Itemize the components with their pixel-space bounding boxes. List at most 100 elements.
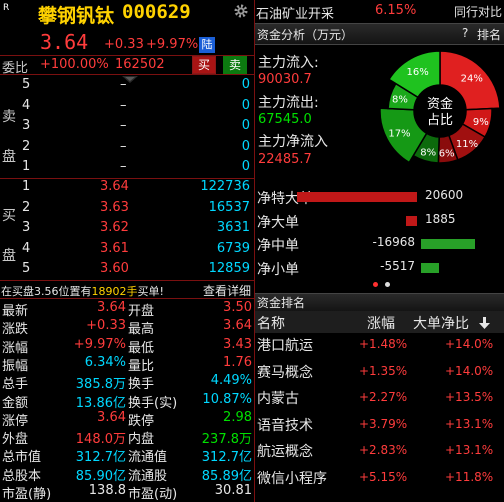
stat-label: 市盈(动) <box>128 487 178 502</box>
order-level: 2 <box>22 138 31 154</box>
help-icon[interactable]: ? <box>462 26 468 40</box>
rank-row-net: +13.1% <box>445 416 494 431</box>
stat-label: 涨跌 <box>2 322 29 338</box>
rank-row-name[interactable]: 港口航运 <box>257 335 313 355</box>
stat-label: 金额 <box>2 395 29 411</box>
stat-value: 3.64 <box>97 300 126 315</box>
rank-row-net: +13.1% <box>445 443 494 457</box>
order-volume: 0 <box>241 138 250 154</box>
net-flow-value: 20600 <box>425 188 464 202</box>
divider <box>0 280 254 281</box>
order-volume: 3631 <box>216 220 250 235</box>
rank-row-name[interactable]: 航运概念 <box>257 441 313 461</box>
rank-row-name[interactable]: 语音技术 <box>257 415 313 435</box>
r-tag: R <box>3 3 10 13</box>
order-level: 1 <box>22 159 31 174</box>
sell-side-label: 卖盘 <box>2 109 16 165</box>
order-price: 3.60 <box>100 261 129 276</box>
order-level: 5 <box>22 77 31 92</box>
order-price: 3.64 <box>100 179 129 194</box>
net-flow-bar <box>297 192 417 202</box>
pie-slice-label: 9% <box>473 117 489 128</box>
order-notice[interactable]: 在买盘3.56位置有18902手买单! <box>1 283 164 299</box>
inflow-value: 90030.7 <box>258 72 312 87</box>
stat-label: 量比 <box>128 358 155 374</box>
rank-title: 资金排名 <box>257 296 306 310</box>
stat-value: 3.50 <box>223 300 252 315</box>
stat-label: 换手 <box>128 377 155 393</box>
weibi-pct: +100.00% <box>40 57 109 72</box>
rank-col-pct[interactable]: 涨幅 <box>367 313 395 333</box>
left-panel: R 攀钢钒钛 000629 3.64 +0.33 +9.97% 陆 委比 +10… <box>0 0 254 502</box>
fund-title: 资金分析（万元） <box>257 28 354 42</box>
divider <box>0 298 254 299</box>
stat-label: 流通股 <box>128 468 168 484</box>
stat-label: 开盘 <box>128 304 155 319</box>
pie-center-label: 占比 <box>427 113 453 128</box>
stat-value: 85.89亿 <box>201 468 252 484</box>
inflow-label: 主力流入: <box>258 55 319 71</box>
order-volume: 0 <box>241 77 250 92</box>
order-price: 3.62 <box>100 220 129 235</box>
pie-center-label: 资金 <box>427 96 453 112</box>
rank-row-pct: +1.48% <box>359 337 408 351</box>
page-dot-active[interactable] <box>373 282 378 287</box>
net-flow-value: 1885 <box>425 211 456 226</box>
exchange-tag: 陆 <box>199 37 215 53</box>
stat-label: 最新 <box>2 304 29 319</box>
stat-label: 最低 <box>128 340 155 356</box>
stat-value: 148.0万 <box>75 432 126 448</box>
pie-slice-label: 8% <box>420 147 436 158</box>
peer-compare-link[interactable]: 同行对比 <box>454 3 502 20</box>
net-flow-value: -16968 <box>372 235 415 249</box>
net-flow-bar <box>421 262 439 273</box>
stock-name: 攀钢钒钛 <box>38 5 115 27</box>
rank-row-name[interactable]: 内蒙古 <box>257 388 299 408</box>
page-dot[interactable] <box>385 282 390 287</box>
gear-icon[interactable] <box>233 3 249 19</box>
stat-label: 总手 <box>2 377 29 393</box>
order-price: – <box>120 118 127 133</box>
sell-button[interactable]: 卖 <box>223 56 247 74</box>
order-volume: 16537 <box>208 199 250 215</box>
view-detail-link[interactable]: 查看详细 <box>203 282 251 299</box>
buy-button[interactable]: 买 <box>192 56 216 74</box>
stat-label: 市盈(静) <box>2 487 52 502</box>
order-level: 3 <box>22 118 31 133</box>
net-flow-label: 净中单 <box>257 238 299 254</box>
order-level: 3 <box>22 220 31 235</box>
net-flow-label: 净大单 <box>257 214 299 231</box>
rank-col-net[interactable]: 大单净比 <box>413 313 469 333</box>
outflow-label: 主力流出: <box>258 95 319 111</box>
rank-link[interactable]: 排名 <box>477 26 501 43</box>
rank-row-pct: +5.15% <box>359 469 408 484</box>
stat-label: 振幅 <box>2 358 29 374</box>
stat-value: 385.8万 <box>75 377 126 393</box>
sort-down-icon[interactable] <box>478 316 491 330</box>
stat-value: 10.87% <box>202 391 252 407</box>
stat-value: 1.76 <box>223 354 252 370</box>
industry-name[interactable]: 石油矿业开采 <box>256 3 334 22</box>
order-volume: 0 <box>241 97 250 113</box>
stat-value: 4.49% <box>210 373 252 389</box>
pie-slice-label: 17% <box>388 129 410 140</box>
industry-pct: 6.15% <box>375 3 417 18</box>
order-price: – <box>120 77 127 92</box>
rank-row-name[interactable]: 微信小程序 <box>257 468 327 488</box>
stat-label: 涨幅 <box>2 340 29 356</box>
net-flow-bar <box>421 239 476 249</box>
pie-slice-label: 6% <box>439 148 455 159</box>
stat-value: 6.34% <box>84 354 126 370</box>
rank-col-name[interactable]: 名称 <box>257 313 285 333</box>
rank-row-name[interactable]: 赛马概念 <box>257 362 313 382</box>
weibi-value: 162502 <box>115 57 165 72</box>
right-panel: 石油矿业开采 6.15% 同行对比 资金分析（万元） ? 排名 主力流入: 90… <box>255 0 504 502</box>
stat-value: 138.8 <box>88 483 126 498</box>
order-volume: 122736 <box>200 179 250 194</box>
stat-label: 内盘 <box>128 432 155 448</box>
pie-slice-label: 16% <box>407 67 429 78</box>
net-inflow-label: 主力净流入 <box>258 134 328 150</box>
order-price: 3.63 <box>100 199 129 215</box>
price-change: +0.33 <box>104 37 144 52</box>
order-level: 5 <box>22 261 31 276</box>
